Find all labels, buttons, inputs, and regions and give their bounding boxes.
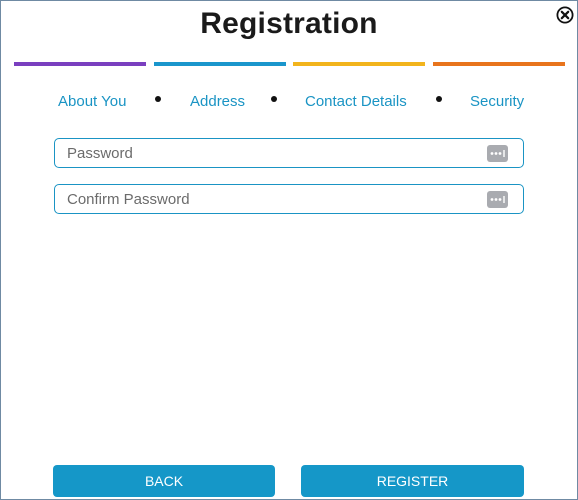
step-separator-dot — [271, 96, 277, 102]
step-about-you[interactable]: About You — [58, 93, 126, 110]
close-icon[interactable] — [556, 6, 574, 24]
password-field-box — [54, 138, 524, 168]
step-bar-contact-details — [293, 62, 425, 66]
step-bar-security — [433, 62, 565, 66]
step-address[interactable]: Address — [190, 93, 245, 110]
step-separator-dot — [155, 96, 161, 102]
step-bar-address — [154, 62, 286, 66]
step-security[interactable]: Security — [470, 93, 524, 110]
back-button[interactable]: BACK — [53, 465, 275, 497]
step-bar-about-you — [14, 62, 146, 66]
confirm-password-input[interactable] — [55, 185, 475, 213]
confirm-password-field-box — [54, 184, 524, 214]
step-contact-details[interactable]: Contact Details — [305, 93, 407, 110]
password-dots-icon[interactable] — [487, 191, 508, 208]
registration-dialog: Registration About You Address Contact D… — [0, 0, 578, 500]
password-dots-icon[interactable] — [487, 145, 508, 162]
dialog-title: Registration — [200, 7, 378, 40]
step-separator-dot — [436, 96, 442, 102]
password-input[interactable] — [55, 139, 475, 167]
register-button[interactable]: REGISTER — [301, 465, 524, 497]
